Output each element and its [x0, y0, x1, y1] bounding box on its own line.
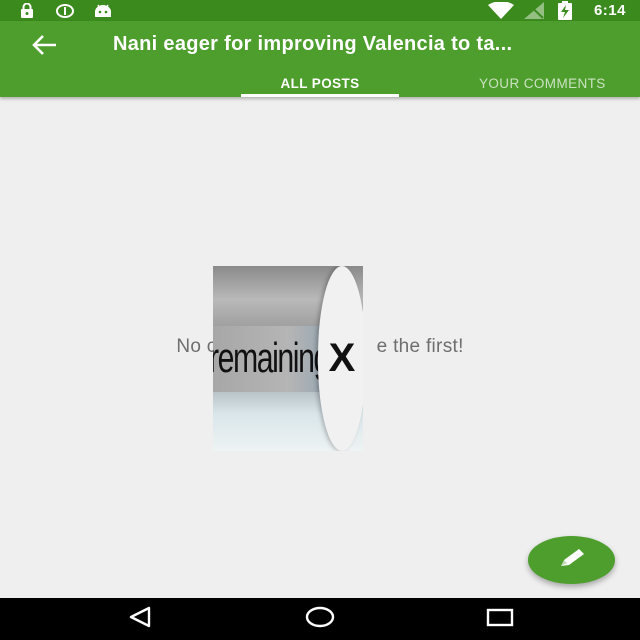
battery-charging-icon — [557, 0, 573, 21]
ad-overlay[interactable]: remaining X — [213, 266, 363, 451]
home-circle-icon — [305, 605, 335, 634]
nav-recents-button[interactable] — [470, 598, 530, 640]
back-button[interactable] — [24, 31, 64, 63]
compose-button[interactable] — [528, 536, 615, 584]
android-icon — [94, 0, 112, 21]
nav-back-button[interactable] — [110, 598, 170, 640]
tab-your-comments[interactable]: YOUR COMMENTS — [466, 76, 640, 97]
empty-message-start: No c — [176, 336, 217, 357]
wifi-icon — [488, 0, 514, 21]
status-bar: 6:14 — [0, 0, 640, 21]
lock-icon — [18, 0, 36, 21]
ad-close-button[interactable]: X — [318, 266, 363, 451]
recents-square-icon — [486, 607, 514, 632]
tab-indicator — [241, 94, 399, 97]
page-title: Nani eager for improving Valencia to ta.… — [113, 33, 513, 55]
arrow-back-icon — [31, 34, 57, 60]
close-icon: X — [328, 336, 356, 380]
empty-message-end: e the first! — [376, 336, 464, 357]
nav-home-button[interactable] — [290, 598, 350, 640]
ad-text: remaining — [213, 334, 330, 381]
app-bar: Nani eager for improving Valencia to ta.… — [0, 21, 640, 97]
sync-icon — [55, 0, 75, 21]
back-triangle-icon — [127, 606, 153, 633]
no-signal-icon — [523, 0, 545, 21]
status-time: 6:14 — [593, 2, 626, 19]
nav-bar — [0, 598, 640, 640]
pencil-icon — [557, 546, 587, 575]
